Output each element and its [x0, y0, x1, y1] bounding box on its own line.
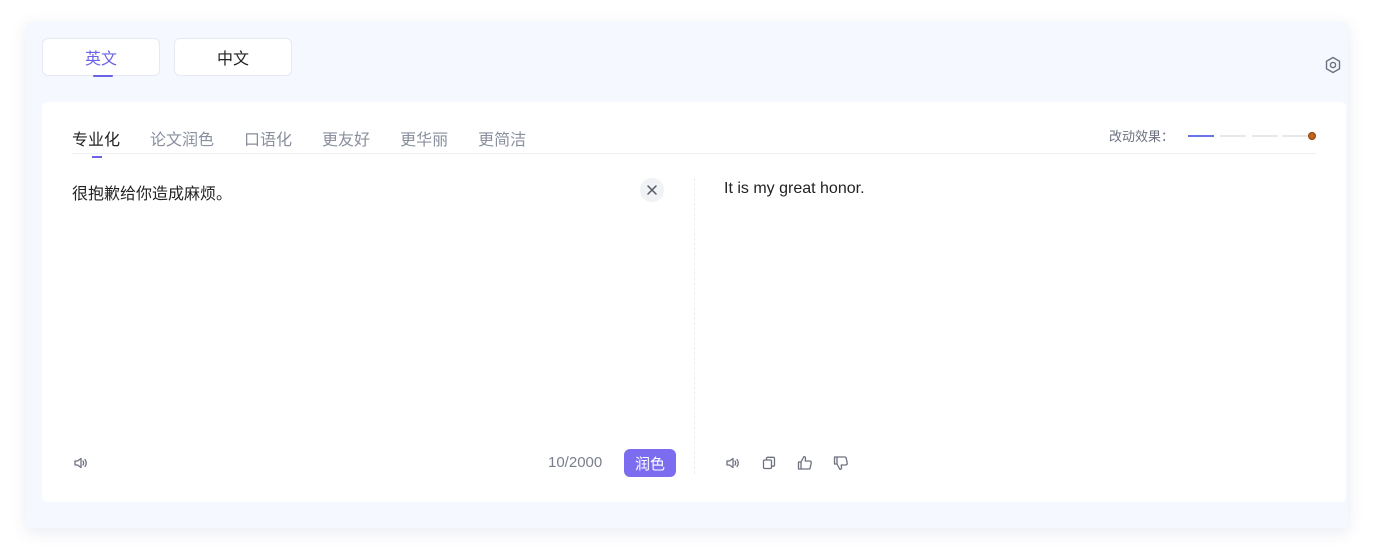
source-text[interactable]: 很抱歉给你造成麻烦。 — [72, 180, 232, 204]
tab-more-concise[interactable]: 更简洁 — [478, 126, 526, 156]
slider-segment — [1220, 134, 1246, 137]
tab-label: 英文 — [84, 51, 117, 68]
tab-chinese[interactable]: 中文 — [174, 38, 292, 76]
speaker-icon[interactable] — [724, 454, 742, 472]
slider-handle[interactable] — [1308, 131, 1316, 140]
effect-control: 改动效果： — [1109, 126, 1316, 145]
output-text: It is my great honor. — [724, 180, 865, 197]
polish-button-label: 润色 — [634, 455, 665, 473]
speaker-icon[interactable] — [72, 454, 90, 472]
slider-segment — [1252, 134, 1278, 137]
tab-friendlier[interactable]: 更友好 — [322, 126, 370, 156]
slider-segment — [1188, 134, 1214, 137]
style-tab-label: 论文润色 — [150, 132, 215, 149]
thumbs-up-icon[interactable] — [796, 454, 814, 472]
gear-icon[interactable] — [1324, 56, 1342, 74]
style-tab-label: 口语化 — [244, 132, 293, 149]
char-counter: 10/2000 — [548, 454, 603, 471]
style-tab-label: 专业化 — [72, 132, 121, 149]
translator-panel: 英文 中文 专业化 论文润色 口语化 更友好 更华丽 更简洁 改动效果： 很抱歉… — [26, 22, 1348, 528]
slider-segment — [1282, 134, 1310, 137]
thumbs-down-icon[interactable] — [832, 454, 850, 472]
copy-icon[interactable] — [760, 454, 778, 472]
clear-button[interactable] — [640, 178, 664, 202]
style-tab-label: 更华丽 — [400, 132, 449, 149]
pane-divider — [694, 178, 695, 474]
tab-more-ornate[interactable]: 更华丽 — [400, 126, 448, 156]
style-tab-label: 更简洁 — [478, 132, 527, 149]
tab-english[interactable]: 英文 — [42, 38, 160, 77]
style-tabs: 专业化 论文润色 口语化 更友好 更华丽 更简洁 — [72, 126, 526, 158]
polish-button[interactable]: 润色 — [624, 449, 676, 477]
tab-label: 中文 — [216, 51, 249, 68]
close-icon — [647, 185, 657, 195]
polish-card: 专业化 论文润色 口语化 更友好 更华丽 更简洁 改动效果： 很抱歉给你造成麻烦… — [42, 102, 1346, 502]
effect-slider[interactable] — [1188, 129, 1316, 143]
effect-label: 改动效果： — [1108, 129, 1174, 144]
tab-professional[interactable]: 专业化 — [72, 126, 121, 158]
style-tab-label: 更友好 — [322, 132, 371, 149]
tab-divider — [72, 153, 1316, 154]
tab-colloquial[interactable]: 口语化 — [244, 126, 292, 156]
tab-paper-polish[interactable]: 论文润色 — [150, 126, 214, 156]
